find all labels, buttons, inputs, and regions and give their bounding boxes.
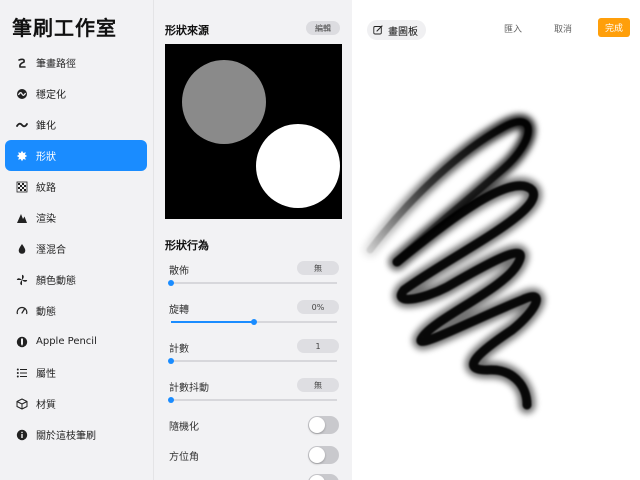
count-slider-knob[interactable]: [168, 358, 174, 364]
rotation-label: 旋轉: [169, 305, 189, 316]
sidebar-item-dynamics[interactable]: 動態: [5, 295, 147, 326]
sidebar-item-wet-mix[interactable]: 溼混合: [5, 233, 147, 264]
sidebar-item-label: Apple Pencil: [36, 336, 97, 347]
shape-source-preview[interactable]: [165, 44, 342, 219]
drawing-pad[interactable]: 畫圖板 匯入 取消 完成: [352, 0, 640, 480]
import-button[interactable]: 匯入: [504, 22, 522, 35]
stabilization-icon: [15, 87, 29, 101]
stroke-path-icon: [15, 56, 29, 70]
sidebar-item-label: 屬性: [36, 369, 56, 380]
scatter-slider-knob[interactable]: [168, 280, 174, 286]
toggle-knob: [309, 447, 325, 463]
done-button[interactable]: 完成: [597, 18, 630, 37]
white-circle-shape: [256, 124, 340, 208]
drawing-pad-label-text: 畫圖板: [388, 26, 418, 38]
count-jitter-slider-knob[interactable]: [168, 397, 174, 403]
sidebar-item-taper[interactable]: 錐化: [5, 109, 147, 140]
grain-icon: [15, 180, 29, 194]
shape-source-title: 形狀來源: [165, 24, 209, 37]
wet-mix-icon: [15, 242, 29, 256]
drawing-pad-label[interactable]: 畫圖板: [367, 20, 426, 40]
rotation-value[interactable]: 0%: [297, 300, 339, 314]
edit-pad-icon: [373, 25, 383, 35]
sidebar-nav: 筆畫路徑 穩定化 錐化 形狀 紋路 渲染 溼混合 顏色動態 動態 Apple P…: [5, 47, 147, 450]
sidebar-item-stabilization[interactable]: 穩定化: [5, 78, 147, 109]
scatter-label: 散佈: [169, 266, 189, 277]
sidebar-item-color-dynamics[interactable]: 顏色動態: [5, 264, 147, 295]
color-dynamics-icon: [15, 273, 29, 287]
rotation-slider-knob[interactable]: [251, 319, 257, 325]
next-toggle[interactable]: [308, 474, 339, 480]
sidebar-item-label: 顏色動態: [36, 276, 76, 287]
count-value[interactable]: 1: [297, 339, 339, 353]
sidebar-item-shape[interactable]: 形狀: [5, 140, 147, 171]
dynamics-icon: [15, 304, 29, 318]
sidebar: 筆刷工作室 筆畫路徑 穩定化 錐化 形狀 紋路 渲染 溼混合 顏色動態 動態 A…: [0, 0, 153, 480]
sidebar-item-properties[interactable]: 屬性: [5, 357, 147, 388]
scatter-slider[interactable]: [168, 280, 337, 286]
count-label: 計數: [169, 344, 189, 355]
sidebar-item-label: 溼混合: [36, 245, 66, 256]
sidebar-item-label: 形狀: [36, 152, 56, 163]
sidebar-item-materials[interactable]: 材質: [5, 388, 147, 419]
count-jitter-value[interactable]: 無: [297, 378, 339, 392]
app-title: 筆刷工作室: [12, 16, 117, 40]
shape-settings-panel: 形狀來源 編輯 形狀行為 散佈 無 旋轉 0% 計數 1 計數抖動 無 隨機化 …: [153, 0, 352, 480]
count-slider[interactable]: [168, 358, 337, 364]
sidebar-item-label: 錐化: [36, 121, 56, 132]
scribble-stroke: [362, 114, 545, 414]
materials-icon: [15, 397, 29, 411]
sidebar-item-label: 穩定化: [36, 90, 66, 101]
shape-behavior-title: 形狀行為: [165, 239, 209, 252]
sidebar-item-label: 渲染: [36, 214, 56, 225]
sidebar-item-label: 動態: [36, 307, 56, 318]
randomized-toggle[interactable]: [308, 416, 339, 434]
sidebar-item-rendering[interactable]: 渲染: [5, 202, 147, 233]
brush-stroke-preview: [362, 114, 545, 414]
azimuth-label: 方位角: [169, 452, 199, 463]
randomized-label: 隨機化: [169, 422, 199, 433]
gray-circle-shape: [182, 60, 266, 144]
info-icon: [15, 428, 29, 442]
scatter-value[interactable]: 無: [297, 261, 339, 275]
properties-icon: [15, 366, 29, 380]
sidebar-item-label: 關於這枝筆刷: [36, 431, 96, 442]
sidebar-item-stroke-path[interactable]: 筆畫路徑: [5, 47, 147, 78]
sidebar-item-apple-pencil[interactable]: Apple Pencil: [5, 326, 147, 357]
apple-pencil-icon: [15, 335, 29, 349]
sidebar-item-label: 紋路: [36, 183, 56, 194]
count-jitter-slider[interactable]: [168, 397, 337, 403]
sidebar-item-label: 材質: [36, 400, 56, 411]
sidebar-item-about[interactable]: 關於這枝筆刷: [5, 419, 147, 450]
rotation-slider[interactable]: [171, 319, 337, 325]
brush-studio: 筆刷工作室 筆畫路徑 穩定化 錐化 形狀 紋路 渲染 溼混合 顏色動態 動態 A…: [0, 0, 640, 480]
sidebar-item-grain[interactable]: 紋路: [5, 171, 147, 202]
azimuth-toggle[interactable]: [308, 446, 339, 464]
sidebar-item-label: 筆畫路徑: [36, 59, 76, 70]
toggle-knob: [309, 475, 325, 480]
shape-icon: [15, 149, 29, 163]
edit-button[interactable]: 編輯: [306, 21, 340, 35]
count-jitter-label: 計數抖動: [169, 383, 209, 394]
cancel-button[interactable]: 取消: [554, 22, 572, 35]
toggle-knob: [309, 417, 325, 433]
taper-icon: [15, 118, 29, 132]
rendering-icon: [15, 211, 29, 225]
